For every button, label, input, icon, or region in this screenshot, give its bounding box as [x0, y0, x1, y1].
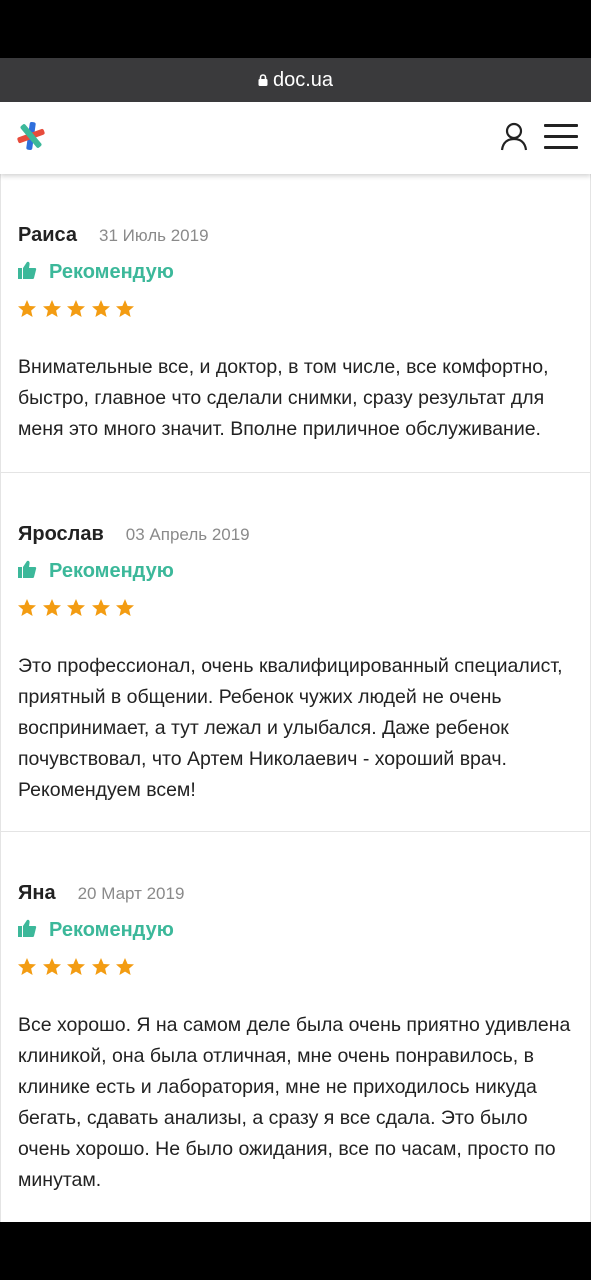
url-text: doc.ua — [272, 68, 334, 91]
review-text: Внимательные все, и доктор, в том числе,… — [18, 356, 549, 440]
review-text: Все хорошо. Я на самом деле была очень п… — [18, 1014, 571, 1191]
hamburger-menu-icon[interactable] — [544, 124, 578, 150]
user-icon[interactable] — [500, 122, 528, 152]
recommend-label: Рекомендую — [49, 261, 174, 283]
star-icon — [116, 599, 134, 616]
thumbs-up-icon — [17, 918, 37, 943]
star-icon — [42, 300, 61, 317]
review-author: Раиса — [18, 224, 77, 246]
lock-icon — [258, 74, 268, 86]
star-icon — [18, 958, 36, 975]
review-author: Ярослав — [18, 523, 104, 545]
star-icon — [42, 599, 61, 616]
review-card: Яна 20 Март 2019 Рекомендую Все хорошо. … — [0, 832, 591, 1222]
status-bar — [0, 0, 591, 58]
review-date: 03 Апрель 2019 — [125, 525, 250, 544]
thumbs-up-icon — [17, 559, 37, 584]
recommend-badge: Рекомендую — [17, 559, 174, 584]
review-text: Это профессионал, очень квалифицированны… — [18, 655, 563, 801]
recommend-badge: Рекомендую — [17, 918, 174, 943]
rating-stars — [17, 957, 140, 977]
star-icon — [91, 599, 110, 616]
star-icon — [67, 300, 85, 317]
rating-stars — [17, 299, 140, 319]
star-icon — [18, 599, 36, 616]
review-date: 20 Март 2019 — [77, 884, 185, 903]
review-date: 31 Июль 2019 — [98, 226, 209, 245]
recommend-label: Рекомендую — [49, 919, 174, 941]
star-icon — [18, 300, 36, 317]
review-card: Раиса 31 Июль 2019 Рекомендую Внимательн… — [0, 174, 591, 473]
review-author: Яна — [18, 882, 56, 904]
site-header — [0, 102, 591, 174]
thumbs-up-icon — [17, 260, 37, 285]
browser-address-bar[interactable]: doc.ua — [0, 58, 591, 102]
star-icon — [42, 958, 61, 975]
recommend-label: Рекомендую — [49, 560, 174, 582]
star-icon — [116, 958, 134, 975]
bottom-bar — [0, 1222, 591, 1280]
rating-stars — [17, 598, 140, 618]
recommend-badge: Рекомендую — [17, 260, 174, 285]
review-card: Ярослав 03 Апрель 2019 Рекомендую Это пр… — [0, 473, 591, 832]
logo[interactable] — [14, 119, 48, 153]
star-icon — [91, 300, 110, 317]
page: Раиса 31 Июль 2019 Рекомендую Внимательн… — [0, 102, 591, 1222]
star-icon — [91, 958, 110, 975]
star-icon — [67, 958, 85, 975]
star-icon — [67, 599, 85, 616]
star-icon — [116, 300, 134, 317]
